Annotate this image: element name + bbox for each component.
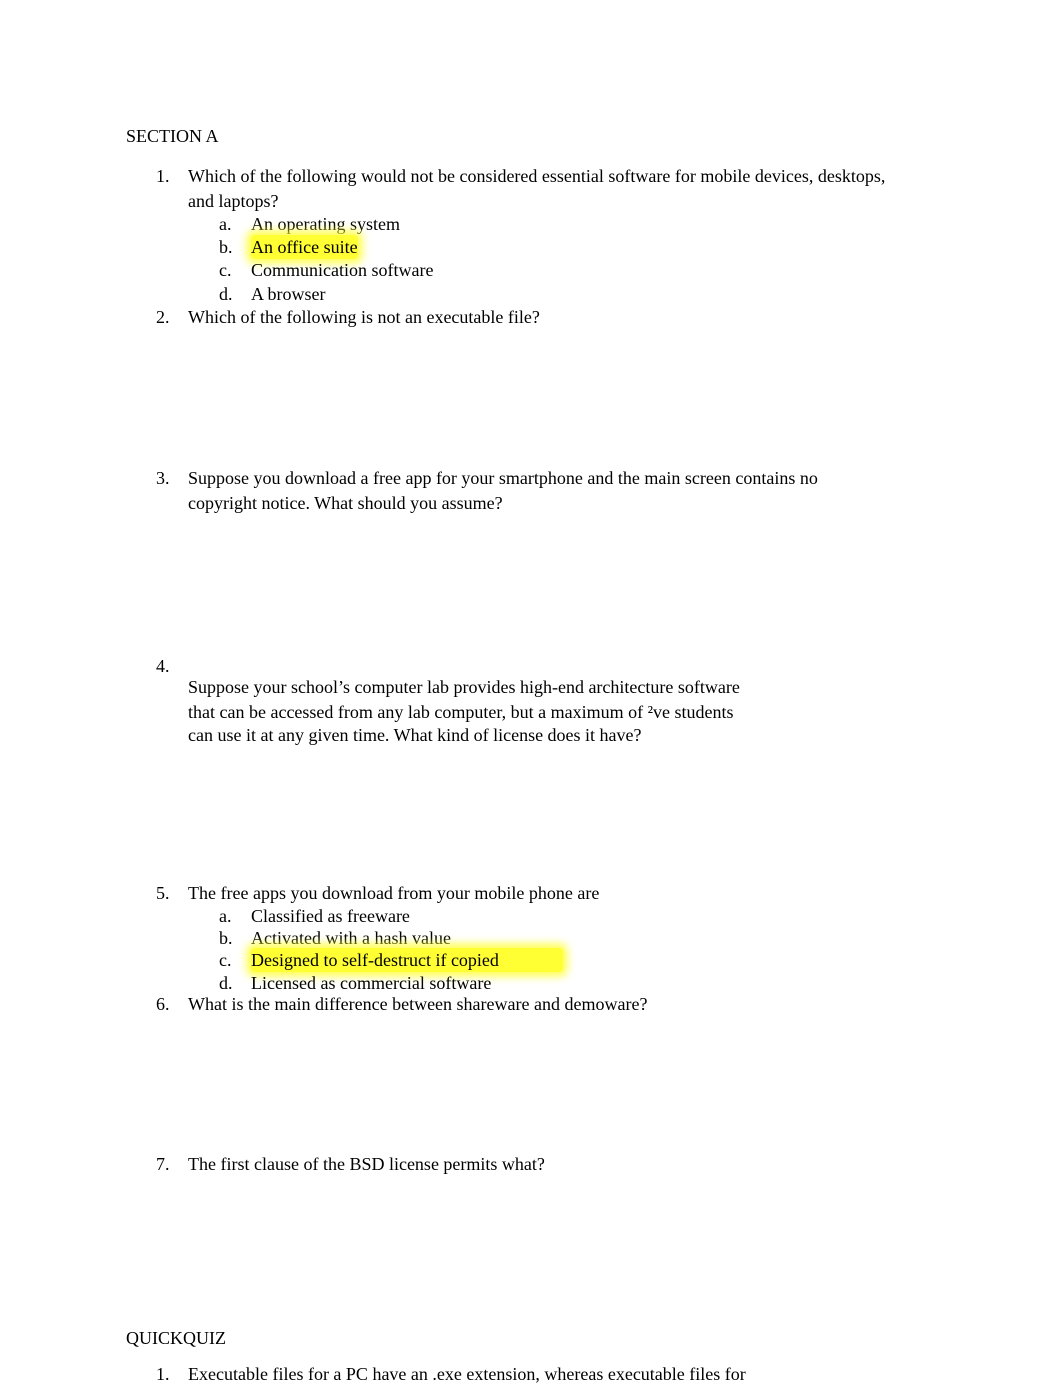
question-text: What is the main difference between shar… <box>188 994 648 1014</box>
question-text: Which of the following is not an executa… <box>188 307 540 327</box>
option-text-highlighted: An office suite <box>251 235 358 259</box>
question-number: 1. <box>156 166 170 186</box>
option-letter: c. <box>219 260 232 280</box>
option-letter: a. <box>219 906 232 926</box>
question-number: 3. <box>156 468 170 488</box>
question-number: 1. <box>156 1364 170 1384</box>
option-letter: c. <box>219 950 232 970</box>
section-a-heading: SECTION A <box>126 126 219 146</box>
question-text: can use it at any given time. What kind … <box>188 725 642 745</box>
option-text: Classified as freeware <box>251 906 410 926</box>
question-number: 2. <box>156 307 170 327</box>
question-text: Which of the following would not be cons… <box>188 166 886 186</box>
question-number: 6. <box>156 994 170 1014</box>
question-text: Suppose your school’s computer lab provi… <box>188 677 740 697</box>
option-text: A browser <box>251 284 326 304</box>
option-text: Communication software <box>251 260 434 280</box>
option-letter: a. <box>219 214 232 234</box>
option-letter: b. <box>219 237 233 257</box>
option-text: An operating system <box>251 214 400 234</box>
question-number: 5. <box>156 883 170 903</box>
option-letter: d. <box>219 284 233 304</box>
question-number: 4. <box>156 656 170 676</box>
question-number: 7. <box>156 1154 170 1174</box>
option-text-highlighted: Designed to self-destruct if copied <box>251 948 563 972</box>
quickquiz-heading: QUICKQUIZ <box>126 1328 226 1348</box>
question-text: that can be accessed from any lab comput… <box>188 702 734 722</box>
question-text: The first clause of the BSD license perm… <box>188 1154 545 1174</box>
option-letter: b. <box>219 928 233 948</box>
question-text: The free apps you download from your mob… <box>188 883 600 903</box>
question-text: Executable files for a PC have an .exe e… <box>188 1364 746 1384</box>
question-text: Suppose you download a free app for your… <box>188 468 818 488</box>
question-text: copyright notice. What should you assume… <box>188 493 503 513</box>
question-text: and laptops? <box>188 191 279 211</box>
option-text: Activated with a hash value <box>251 928 451 948</box>
